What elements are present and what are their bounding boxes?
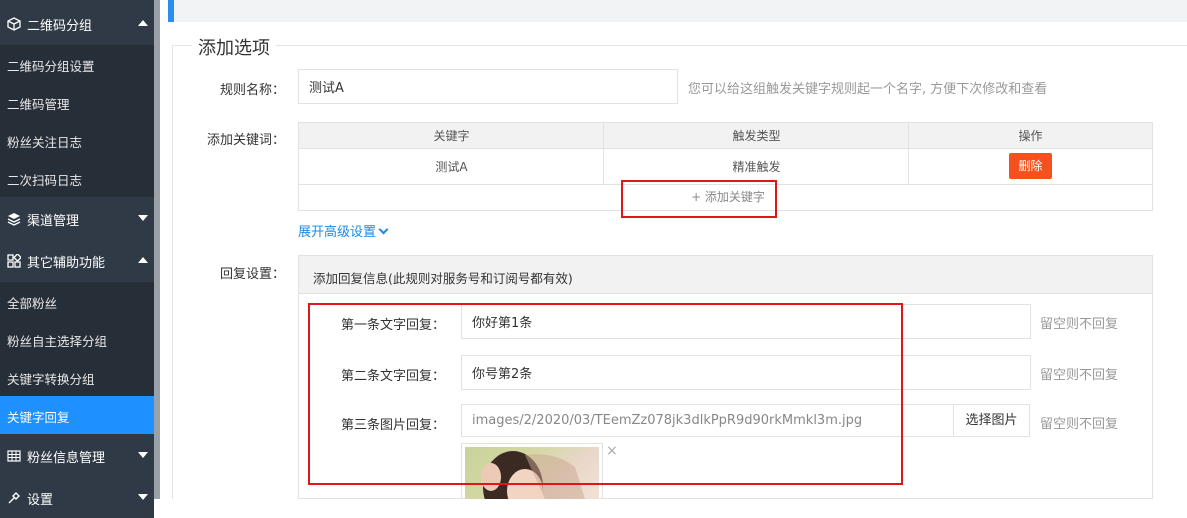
sidebar-group-channel[interactable]: 渠道管理 [0, 199, 154, 239]
sidebar-scrollbar[interactable] [154, 0, 160, 499]
sidebar-group-settings[interactable]: 设置 [0, 478, 154, 518]
sidebar-group-label: 粉丝信息管理 [27, 451, 106, 466]
table-icon [7, 450, 21, 462]
table-divider [908, 123, 909, 185]
keywords-label: 添加关键词： [206, 133, 285, 148]
sidebar-group-fan-info[interactable]: 粉丝信息管理 [0, 436, 154, 476]
sidebar-item-qrcode-group-settings[interactable]: 二维码分组设置 [0, 45, 154, 83]
highlight-box [621, 180, 777, 218]
table-header-keyword: 关键字 [299, 123, 604, 149]
chevron-down-icon [138, 494, 148, 500]
scrollbar-thumb[interactable] [154, 0, 160, 499]
fieldset-border [172, 45, 173, 499]
tools-icon [8, 492, 20, 504]
table-header-action: 操作 [909, 123, 1152, 149]
sidebar-group-label: 渠道管理 [27, 214, 80, 229]
rule-name-hint: 您可以给这组触发关键字规则起一个名字, 方便下次修改和查看 [688, 82, 1048, 97]
chevron-up-icon [138, 20, 148, 26]
chevron-down-icon [138, 215, 148, 221]
fieldset-legend: 添加选项 [192, 34, 276, 60]
top-bar [168, 0, 1187, 22]
sidebar: 二维码分组 二维码分组设置 二维码管理 粉丝关注日志 二次扫码日志 渠道管理 其… [0, 0, 154, 518]
sidebar-item-rescan-log[interactable]: 二次扫码日志 [0, 159, 154, 197]
rule-name-label: 规则名称： [219, 83, 285, 98]
sidebar-group-other[interactable]: 其它辅助功能 [0, 241, 154, 281]
chevron-down-icon [138, 452, 148, 458]
delete-keyword-button[interactable]: 删除 [1009, 153, 1052, 179]
sidebar-group-label: 二维码分组 [27, 19, 93, 34]
reply-3-hint: 留空则不回复 [1040, 417, 1119, 432]
rule-name-input[interactable]: 测试A [298, 69, 678, 104]
reply-panel-header: 添加回复信息(此规则对服务号和订阅号都有效) [299, 256, 1152, 294]
accent-bar [168, 0, 174, 22]
sidebar-item-keyword-convert-group[interactable]: 关键字转换分组 [0, 358, 154, 396]
advanced-settings-toggle[interactable]: 展开高级设置 [298, 221, 389, 240]
apps-icon [7, 254, 21, 268]
table-cell-keyword: 测试A [299, 149, 604, 185]
chevron-down-icon [378, 224, 389, 235]
reply-settings-label: 回复设置： [219, 267, 285, 282]
cube-icon [7, 17, 21, 31]
reply-2-hint: 留空则不回复 [1040, 368, 1119, 383]
sidebar-item-fan-self-group[interactable]: 粉丝自主选择分组 [0, 320, 154, 358]
highlight-box [308, 303, 903, 485]
sidebar-item-qrcode-manage[interactable]: 二维码管理 [0, 83, 154, 121]
sidebar-item-all-fans[interactable]: 全部粉丝 [0, 282, 154, 320]
choose-image-button[interactable]: 选择图片 [953, 404, 1030, 437]
chevron-up-icon [138, 257, 148, 263]
sidebar-group-label: 其它辅助功能 [27, 256, 106, 271]
layers-icon [7, 213, 21, 226]
reply-1-hint: 留空则不回复 [1040, 317, 1119, 332]
fieldset-border [172, 45, 1187, 46]
sidebar-item-keyword-reply[interactable]: 关键字回复 [0, 396, 154, 434]
table-divider [603, 123, 604, 185]
table-header-type: 触发类型 [604, 123, 909, 149]
sidebar-item-follow-log[interactable]: 粉丝关注日志 [0, 121, 154, 159]
sidebar-group-qrcode[interactable]: 二维码分组 [0, 4, 154, 44]
